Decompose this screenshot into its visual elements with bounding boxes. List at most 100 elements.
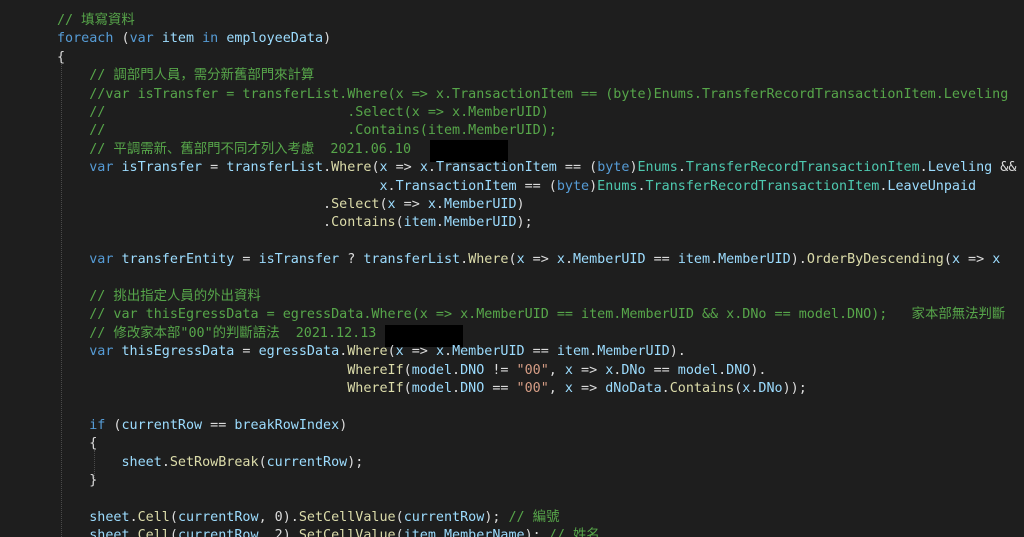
code-token: Enums — [637, 160, 678, 176]
code-line[interactable]: x.TransactionItem == (byte)Enums.Transfe… — [57, 178, 976, 196]
code-token: "00" — [516, 381, 549, 396]
code-line[interactable]: // 挑出指定人員的外出資料 — [57, 288, 261, 306]
code-line[interactable]: sheet.Cell(currentRow, 0).SetCellValue(c… — [57, 509, 559, 527]
code-line[interactable]: { — [57, 435, 97, 453]
code-token: item — [403, 215, 436, 231]
code-token: currentRow — [177, 528, 259, 537]
code-token: => — [387, 160, 420, 176]
code-token: x — [387, 197, 396, 212]
code-token: model — [677, 362, 719, 378]
code-editor[interactable]: // 填寫資料 foreach (var item in employeeData… — [0, 0, 1024, 537]
code-token: . — [129, 528, 138, 537]
code-line[interactable]: // 調部門人員，需分新舊部門來計算 — [57, 67, 314, 85]
code-token: . — [564, 252, 573, 268]
code-token: x — [516, 252, 525, 268]
code-line[interactable]: var isTransfer = transferList.Where(x =>… — [57, 159, 1016, 177]
code-token: ( — [395, 215, 404, 231]
code-token: ( — [371, 160, 380, 176]
code-token: ). — [669, 344, 686, 360]
code-token: // 調部門人員，需分新舊部門來計算 — [57, 68, 315, 84]
code-line[interactable]: } — [57, 472, 97, 490]
code-line[interactable]: WhereIf(model.DNO != "00", x => x.DNo ==… — [57, 362, 766, 380]
code-token: breakRowIndex — [234, 417, 340, 433]
code-token: item — [403, 528, 436, 537]
code-line[interactable]: sheet.SetRowBreak(currentRow); — [57, 454, 364, 472]
code-token: "00" — [516, 362, 549, 378]
code-token: currentRow — [121, 417, 203, 433]
code-token: // 填寫資料 — [57, 13, 135, 28]
code-token: ( — [105, 417, 122, 433]
code-line[interactable]: foreach (var item in employeeData) — [57, 30, 331, 48]
code-line[interactable]: //var isTransfer = transferList.Where(x … — [57, 86, 1008, 104]
code-token: x — [379, 160, 388, 176]
code-token: == — [202, 417, 235, 433]
code-line[interactable]: .Contains(item.MemberUID); — [57, 214, 533, 232]
code-token: OrderByDescending — [806, 252, 944, 268]
code-line[interactable]: var thisEgressData = egressData.Where(x … — [57, 343, 686, 361]
code-token: sheet — [121, 454, 162, 470]
code-line[interactable]: if (currentRow == breakRowIndex) — [57, 417, 347, 435]
code-token: ); — [524, 528, 541, 537]
code-token: , 2). — [258, 528, 299, 537]
code-token: byte — [556, 178, 590, 194]
code-token: MemberUID — [452, 344, 525, 360]
code-token: Where — [347, 344, 388, 360]
code-line[interactable]: .Select(x => x.MemberUID) — [57, 196, 525, 214]
code-token: if — [89, 417, 106, 433]
code-token: sheet — [89, 509, 130, 525]
code-token: SetCellValue — [298, 509, 396, 525]
code-token: isTransfer — [258, 252, 340, 268]
code-token: ( — [387, 344, 396, 360]
code-token: . — [427, 160, 436, 176]
code-token: { — [57, 436, 98, 452]
code-token: transferList — [363, 252, 461, 268]
code-token: => — [572, 381, 606, 396]
code-line[interactable]: var transferEntity = isTransfer ? transf… — [57, 251, 1000, 269]
code-token: ( — [403, 381, 412, 396]
code-token: foreach — [57, 31, 114, 47]
code-token: DNo — [621, 362, 646, 378]
code-token: // .Select(x => x.MemberUID) — [57, 105, 549, 120]
code-line[interactable]: WhereIf(model.DNO == "00", x => dNoData.… — [57, 380, 807, 398]
code-token: var — [89, 252, 114, 268]
code-token: => — [403, 344, 436, 360]
code-token: ( — [943, 252, 952, 268]
code-line[interactable]: sheet.Cell(currentRow, 2).SetCellValue(i… — [57, 527, 600, 537]
code-token: Contains — [331, 215, 396, 231]
code-token: ( — [113, 31, 130, 47]
code-token: . — [57, 197, 332, 212]
code-token: == — [484, 381, 517, 396]
code-line[interactable]: // 修改家本部"00"的判斷語法 2021.12.13 — [57, 325, 376, 343]
code-token: , 0). — [258, 509, 299, 525]
code-token: x — [427, 197, 436, 212]
code-token: != — [484, 362, 517, 378]
code-line[interactable]: // .Contains(item.MemberUID); — [57, 122, 557, 140]
code-token: MemberUID — [443, 215, 517, 231]
code-line[interactable]: // .Select(x => x.MemberUID) — [57, 104, 549, 122]
code-token: currentRow — [266, 454, 348, 470]
code-token: ); — [484, 509, 501, 525]
code-token: ( — [508, 252, 517, 268]
code-token: ( — [169, 528, 178, 537]
code-line[interactable]: { — [57, 49, 65, 67]
code-token: DNO — [460, 362, 485, 378]
code-token: var — [129, 31, 154, 47]
code-token: } — [57, 473, 98, 488]
code-token: sheet — [89, 528, 130, 537]
code-token: Cell — [137, 509, 170, 525]
code-line[interactable]: // var thisEgressData = egressData.Where… — [57, 306, 1005, 324]
code-line[interactable]: // 填寫資料 — [57, 12, 135, 30]
code-line[interactable]: // 平調需新、舊部門不同才列入考慮 2021.06.10 — [57, 141, 411, 159]
code-token: . — [444, 344, 453, 360]
code-token: = — [234, 252, 259, 268]
code-token: TransferRecordTransactionItem — [685, 160, 920, 176]
code-token: x — [951, 252, 960, 268]
